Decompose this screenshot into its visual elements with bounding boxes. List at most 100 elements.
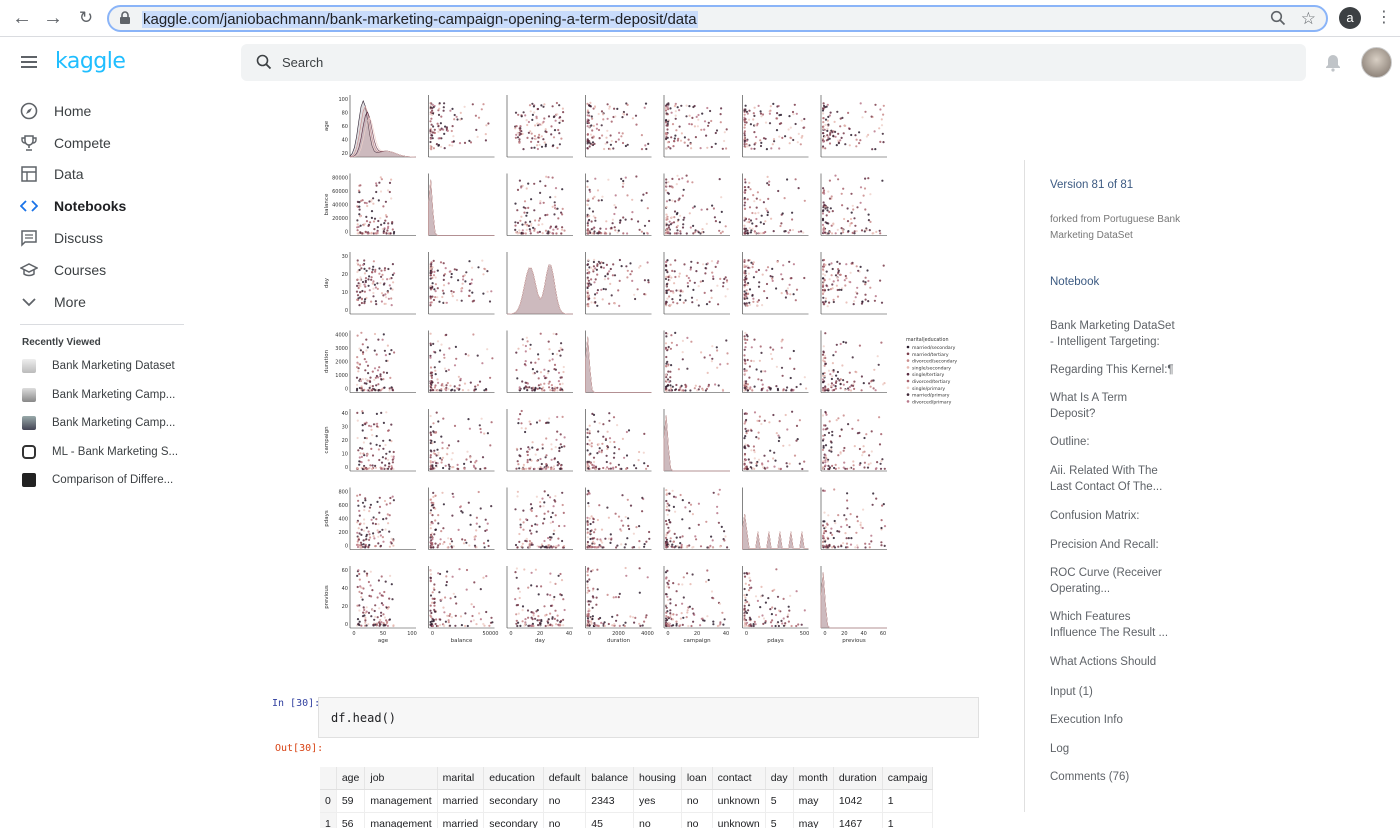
zoom-icon[interactable] — [1270, 10, 1286, 26]
scatter-point — [882, 104, 885, 107]
address-bar[interactable]: kaggle.com/janiobachmann/bank-marketing-… — [107, 5, 1328, 32]
scatter-point — [544, 229, 548, 232]
scatter-point — [437, 572, 440, 575]
sidebar-item-notebooks[interactable]: Notebooks — [0, 190, 200, 222]
toc-item[interactable]: What Is A Term Deposit? — [1050, 390, 1127, 422]
version-label[interactable]: Version 81 of 81 — [1050, 179, 1133, 191]
pairplot-panel — [349, 487, 416, 550]
recent-item[interactable]: Bank Marketing Camp... — [22, 414, 197, 432]
search-bar[interactable]: Search — [241, 44, 1306, 81]
hamburger-menu-icon[interactable] — [21, 56, 37, 68]
user-avatar[interactable] — [1361, 47, 1392, 78]
legend-entry: single/secondary — [912, 365, 951, 371]
scatter-point — [743, 604, 746, 607]
scatter-point — [852, 384, 855, 387]
bell-icon[interactable] — [1324, 53, 1342, 72]
toc-item[interactable]: ROC Curve (Receiver Operating... — [1050, 565, 1162, 597]
scatter-point — [761, 383, 764, 386]
toc-item[interactable]: Outline: — [1050, 434, 1090, 450]
scatter-point — [375, 353, 378, 356]
table-cell: 45 — [585, 812, 635, 828]
scatter-point — [431, 461, 434, 464]
forward-arrow-icon[interactable]: → — [42, 8, 64, 30]
scatter-point — [429, 301, 432, 304]
scatter-point — [666, 141, 669, 144]
search-icon — [256, 54, 272, 70]
forked-from-line2[interactable]: Marketing DataSet — [1050, 228, 1133, 244]
sidebar-item-discuss[interactable]: Discuss — [0, 222, 200, 254]
url-text[interactable]: kaggle.com/janiobachmann/bank-marketing-… — [142, 11, 698, 28]
scatter-point — [453, 385, 456, 388]
code-cell[interactable]: df.head() — [318, 697, 979, 738]
scatter-point — [826, 206, 829, 209]
scatter-point — [356, 494, 359, 497]
sidebar-item-compete[interactable]: Compete — [0, 127, 200, 159]
back-arrow-icon[interactable]: ← — [11, 8, 33, 30]
recent-item[interactable]: ML - Bank Marketing S... — [22, 443, 197, 461]
scatter-point — [853, 387, 856, 390]
scatter-point — [522, 206, 525, 209]
y-tick-label: 40 — [342, 586, 348, 592]
scatter-point — [464, 624, 467, 628]
recent-item[interactable]: Comparison of Differe... — [22, 471, 197, 489]
kaggle-logo[interactable]: kaggle — [55, 49, 126, 74]
scatter-point — [516, 546, 519, 549]
scatter-point — [561, 348, 564, 351]
toc-item[interactable]: Regarding This Kernel:¶ — [1050, 362, 1174, 378]
scatter-point — [447, 444, 451, 447]
rail-comments-link[interactable]: Comments (76) — [1050, 769, 1129, 785]
table-cell: no — [681, 812, 713, 828]
scatter-point — [669, 107, 672, 110]
scatter-point — [382, 540, 385, 543]
scatter-point — [357, 499, 360, 502]
scatter-point — [692, 288, 695, 291]
sidebar-item-more[interactable]: More — [0, 286, 200, 318]
scatter-point — [528, 386, 531, 389]
scatter-point — [562, 370, 565, 374]
sidebar-item-data[interactable]: Data — [0, 159, 200, 191]
toc-item[interactable]: Precision And Recall: — [1050, 537, 1159, 553]
reload-icon[interactable]: ↻ — [75, 8, 97, 30]
scatter-point — [613, 204, 616, 207]
toc-item[interactable]: Aii. Related With The Last Contact Of The… — [1050, 463, 1162, 495]
scatter-point — [636, 288, 639, 291]
sidebar-item-courses[interactable]: Courses — [0, 254, 200, 286]
browser-menu-icon[interactable]: ⋮ — [1376, 8, 1392, 28]
scatter-point — [870, 115, 873, 118]
toc-item[interactable]: Confusion Matrix: — [1050, 508, 1139, 524]
bookmark-star-icon[interactable]: ☆ — [1301, 9, 1316, 29]
toc-item[interactable]: What Actions ShouldThe Bank Consider? — [1050, 654, 1156, 671]
recent-item[interactable]: Bank Marketing Dataset — [22, 357, 197, 375]
scatter-point — [824, 385, 827, 388]
scatter-point — [776, 260, 779, 263]
recent-item[interactable]: Bank Marketing Camp... — [22, 386, 197, 404]
scatter-point — [537, 593, 540, 596]
rail-log-link[interactable]: Log — [1050, 741, 1069, 757]
toc-item[interactable]: Bank Marketing DataSet - Intelligent Targ… — [1050, 318, 1175, 350]
scatter-point — [743, 123, 747, 126]
scatter-point — [541, 389, 544, 392]
scatter-point — [757, 232, 760, 235]
scatter-point — [526, 340, 529, 343]
forked-from-line1[interactable]: forked from Portuguese Bank — [1050, 212, 1180, 228]
scatter-point — [462, 542, 466, 545]
scatter-point — [552, 465, 556, 468]
scatter-point — [613, 212, 616, 216]
rail-execution-info-link[interactable]: Execution Info — [1050, 712, 1123, 728]
sidebar-item-home[interactable]: Home — [0, 95, 200, 127]
scatter-point — [556, 389, 559, 392]
scatter-point — [753, 457, 756, 460]
legend-entry: divorced/secondary — [912, 359, 957, 365]
search-input[interactable]: Search — [282, 55, 323, 70]
scatter-point — [355, 389, 359, 392]
rail-input-link[interactable]: Input (1) — [1050, 684, 1093, 700]
browser-profile-avatar[interactable]: a — [1339, 7, 1361, 29]
scatter-point — [768, 110, 771, 113]
scatter-point — [752, 300, 755, 303]
scatter-point — [754, 124, 757, 127]
toc-item[interactable]: Which Features Influence The Result ... — [1050, 609, 1168, 641]
scatter-point — [631, 211, 634, 214]
scatter-point — [749, 303, 752, 306]
scatter-point — [445, 333, 448, 336]
scatter-point — [685, 115, 688, 118]
